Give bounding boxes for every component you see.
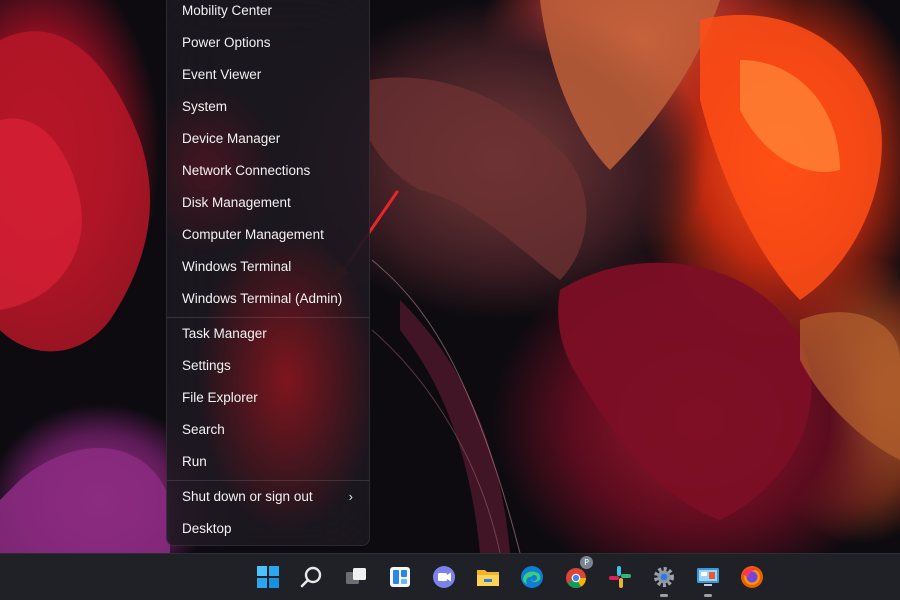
menu-item-disk-management[interactable]: Disk Management	[167, 188, 369, 218]
settings-gear-icon[interactable]	[649, 562, 679, 597]
menu-item-network-connections[interactable]: Network Connections	[167, 156, 369, 186]
taskbar: P	[0, 553, 900, 600]
menu-separator	[167, 317, 369, 318]
menu-item-event-viewer[interactable]: Event Viewer	[167, 60, 369, 90]
menu-item-system[interactable]: System	[167, 92, 369, 122]
menu-item-search[interactable]: Search	[167, 415, 369, 445]
menu-item-label: Shut down or sign out	[182, 489, 313, 504]
running-indicator	[660, 594, 668, 597]
edge-icon[interactable]	[517, 562, 547, 592]
file-explorer-icon[interactable]	[473, 562, 503, 592]
menu-item-power-options[interactable]: Power Options	[167, 28, 369, 58]
menu-item-run[interactable]: Run	[167, 447, 369, 477]
running-indicator	[704, 594, 712, 597]
task-view-icon[interactable]	[341, 562, 371, 592]
profile-badge: P	[580, 556, 593, 569]
chrome-icon[interactable]: P	[561, 556, 593, 592]
quick-link-menu: Mobility Center Power Options Event View…	[166, 0, 370, 546]
menu-item-windows-terminal-admin[interactable]: Windows Terminal (Admin)	[167, 284, 369, 314]
menu-item-desktop[interactable]: Desktop	[167, 514, 369, 544]
widgets-icon[interactable]	[385, 562, 415, 592]
control-panel-icon[interactable]	[693, 562, 723, 597]
windows-start-icon[interactable]	[253, 562, 283, 592]
menu-item-file-explorer[interactable]: File Explorer	[167, 383, 369, 413]
desktop-wallpaper	[0, 0, 900, 553]
menu-item-shut-down-or-sign-out[interactable]: Shut down or sign out ›	[167, 482, 369, 512]
firefox-icon[interactable]	[737, 562, 767, 592]
menu-item-computer-management[interactable]: Computer Management	[167, 220, 369, 250]
menu-separator	[167, 480, 369, 481]
chevron-right-icon: ›	[348, 489, 353, 504]
teams-chat-icon[interactable]	[429, 562, 459, 592]
menu-item-mobility-center[interactable]: Mobility Center	[167, 0, 369, 26]
menu-item-task-manager[interactable]: Task Manager	[167, 319, 369, 349]
slack-icon[interactable]	[605, 562, 635, 592]
search-icon[interactable]	[297, 562, 327, 592]
menu-item-device-manager[interactable]: Device Manager	[167, 124, 369, 154]
menu-item-settings[interactable]: Settings	[167, 351, 369, 381]
menu-item-windows-terminal[interactable]: Windows Terminal	[167, 252, 369, 282]
